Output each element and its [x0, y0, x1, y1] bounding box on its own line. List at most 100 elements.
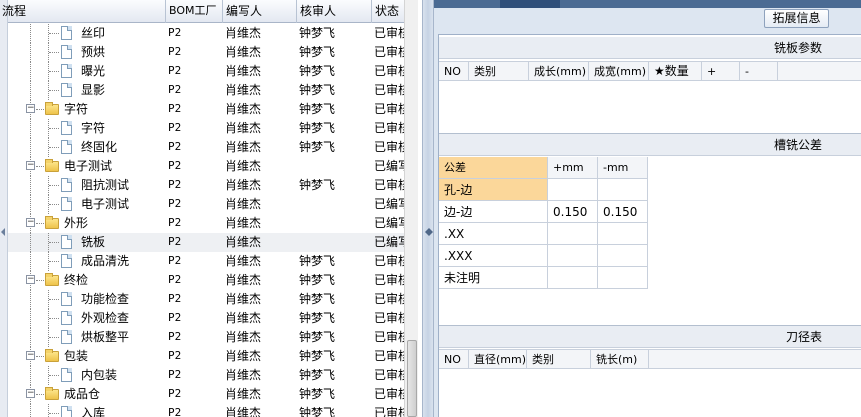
status-cell: 已审核	[374, 102, 404, 116]
collapse-toggle-icon[interactable]: −	[26, 351, 35, 360]
writer-cell: 肖维杰	[225, 26, 262, 40]
status-cell: 已审核	[374, 273, 404, 287]
process-name: 内包装	[81, 368, 118, 382]
tree-row[interactable]: 曝光 P2 肖维杰 钟梦飞 已审核	[8, 62, 404, 81]
milling-params-title: 铣板参数	[439, 37, 861, 59]
tree-guide-line	[30, 290, 31, 309]
collapse-left-arrow-icon[interactable]	[1, 228, 5, 236]
milling-col-length[interactable]: 成长(mm)	[529, 62, 589, 81]
tool-col-mill-length[interactable]: 铣长(m)	[591, 350, 649, 369]
tool-col-type[interactable]: 类别	[527, 350, 591, 369]
tolerance-plus-input[interactable]: 0.150	[548, 201, 598, 223]
tree-row[interactable]: 丝印 P2 肖维杰 钟梦飞 已审核	[8, 24, 404, 43]
collapse-toggle-icon[interactable]: −	[26, 389, 35, 398]
reviewer-cell: 钟梦飞	[299, 26, 336, 40]
tree-row[interactable]: 字符 P2 肖维杰 钟梦飞 已审核	[8, 119, 404, 138]
tree-row[interactable]: 成品清洗 P2 肖维杰 钟梦飞 已审核	[8, 252, 404, 271]
column-header-writer[interactable]: 编写人	[223, 0, 297, 23]
process-name: 预烘	[81, 45, 106, 59]
bom-factory-cell: P2	[168, 216, 182, 229]
tree-guide-line	[36, 280, 44, 281]
milling-col-qty[interactable]: ★数量	[649, 62, 702, 81]
reviewer-cell: 钟梦飞	[299, 83, 336, 97]
bom-factory-cell: P2	[168, 159, 182, 172]
tolerance-header-minus: -mm	[598, 157, 648, 179]
panel-splitter[interactable]	[422, 0, 434, 417]
tree-guide-line	[36, 166, 44, 167]
tolerance-minus-input[interactable]: 0.150	[598, 201, 648, 223]
tab-basic-info[interactable]	[434, 0, 492, 8]
tree-row[interactable]: 外观检查 P2 肖维杰 钟梦飞 已审核	[8, 309, 404, 328]
tree-row[interactable]: 电子测试 P2 肖维杰 已编写	[8, 195, 404, 214]
collapse-toggle-icon[interactable]: −	[26, 104, 35, 113]
tolerance-minus-input[interactable]	[598, 267, 648, 289]
column-header-process[interactable]: 流程	[0, 0, 166, 23]
process-name: 功能检查	[81, 292, 130, 306]
tool-col-no[interactable]: NO	[439, 350, 469, 369]
tab-other[interactable]	[568, 0, 608, 8]
document-icon	[61, 292, 72, 306]
collapse-toggle-icon[interactable]: −	[26, 275, 35, 284]
tolerance-plus-input[interactable]	[548, 179, 598, 201]
tree-row[interactable]: 显影 P2 肖维杰 钟梦飞 已审核	[8, 81, 404, 100]
tolerance-minus-input[interactable]	[598, 223, 648, 245]
tool-table-title: 刀径表	[439, 326, 861, 348]
folder-icon	[45, 102, 59, 115]
bom-factory-cell: P2	[168, 83, 182, 96]
status-cell: 已审核	[374, 330, 404, 344]
collapse-toggle-icon[interactable]: −	[26, 161, 35, 170]
tool-col-diameter[interactable]: 直径(mm)	[469, 350, 527, 369]
column-header-reviewer[interactable]: 核审人	[297, 0, 372, 23]
tree-row[interactable]: 阻抗测试 P2 肖维杰 钟梦飞 已审核	[8, 176, 404, 195]
tree-guide-line	[30, 252, 31, 271]
writer-cell: 肖维杰	[225, 387, 262, 401]
milling-col-minus[interactable]: -	[740, 62, 778, 81]
tree-row[interactable]: 铣板 P2 肖维杰 已编写	[8, 233, 404, 252]
tree-row[interactable]: 入库 P2 肖维杰 钟梦飞 已审核	[8, 404, 404, 417]
expand-info-button[interactable]: 拓展信息	[764, 9, 829, 28]
milling-col-type[interactable]: 类别	[469, 62, 529, 81]
tree-folder-row[interactable]: − 电子测试 P2 肖维杰 已编写	[8, 157, 404, 176]
tolerance-plus-input[interactable]	[548, 267, 598, 289]
collapse-edge[interactable]	[0, 0, 8, 417]
collapse-toggle-icon[interactable]: −	[26, 218, 35, 227]
tree-row[interactable]: 预烘 P2 肖维杰 钟梦飞 已审核	[8, 43, 404, 62]
tree-row[interactable]: 内包装 P2 肖维杰 钟梦飞 已审核	[8, 366, 404, 385]
tab-active[interactable]	[500, 0, 560, 8]
tolerance-minus-input[interactable]	[598, 245, 648, 267]
tree-row[interactable]: 烘板整平 P2 肖维杰 钟梦飞 已审核	[8, 328, 404, 347]
process-name: 铣板	[81, 235, 106, 249]
process-name: 电子测试	[64, 159, 113, 173]
tree-row[interactable]: 功能检查 P2 肖维杰 钟梦飞 已审核	[8, 290, 404, 309]
tree-guide-line	[30, 366, 31, 385]
tree-guide-line	[49, 71, 59, 72]
tolerance-minus-input[interactable]	[598, 179, 648, 201]
vertical-scrollbar[interactable]	[404, 0, 418, 417]
tree-folder-row[interactable]: − 终检 P2 肖维杰 钟梦飞 已审核	[8, 271, 404, 290]
tolerance-plus-input[interactable]	[548, 223, 598, 245]
document-icon	[61, 197, 72, 211]
status-cell: 已编写	[374, 235, 404, 249]
milling-col-no[interactable]: NO	[439, 62, 469, 81]
tolerance-row-label: .XX	[439, 223, 548, 245]
bom-factory-cell: P2	[168, 406, 182, 417]
tree-folder-row[interactable]: − 外形 P2 肖维杰 已编写	[8, 214, 404, 233]
tree-folder-row[interactable]: − 字符 P2 肖维杰 钟梦飞 已审核	[8, 100, 404, 119]
tree-guide-line	[49, 242, 59, 243]
tree-folder-row[interactable]: − 包装 P2 肖维杰 钟梦飞 已审核	[8, 347, 404, 366]
tree-folder-row[interactable]: − 成品仓 P2 肖维杰 钟梦飞 已审核	[8, 385, 404, 404]
writer-cell: 肖维杰	[225, 45, 262, 59]
reviewer-cell	[299, 214, 372, 233]
milling-col-width[interactable]: 成宽(mm)	[589, 62, 649, 81]
milling-col-plus[interactable]: +	[702, 62, 740, 81]
bom-factory-cell: P2	[168, 273, 182, 286]
column-header-bom-factory[interactable]: BOM工厂	[166, 0, 223, 23]
splitter-right-arrow-icon[interactable]	[429, 228, 433, 236]
tolerance-plus-input[interactable]	[548, 245, 598, 267]
scrollbar-thumb[interactable]	[407, 340, 417, 417]
bom-factory-cell: P2	[168, 140, 182, 153]
folder-icon	[45, 216, 59, 229]
column-header-status[interactable]: 状态	[372, 0, 404, 23]
process-name: 曝光	[81, 64, 106, 78]
tree-row[interactable]: 终固化 P2 肖维杰 钟梦飞 已审核	[8, 138, 404, 157]
